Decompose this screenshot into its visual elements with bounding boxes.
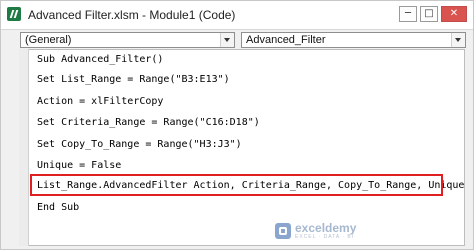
object-dropdown[interactable]: (General) bbox=[20, 32, 235, 48]
code-line[interactable]: Set Criteria_Range = Range("C16:D18") bbox=[37, 116, 260, 129]
excel-app-icon bbox=[7, 7, 21, 21]
minimize-button[interactable]: ─ bbox=[399, 6, 417, 22]
exceldemy-watermark: exceldemy EXCEL · DATA · BI bbox=[275, 220, 356, 242]
window-title: Advanced Filter.xlsm - Module1 (Code) bbox=[28, 8, 236, 22]
watermark-tagline: EXCEL · DATA · BI bbox=[295, 233, 355, 240]
code-line[interactable]: Sub Advanced_Filter() bbox=[37, 53, 163, 66]
watermark-name: exceldemy bbox=[295, 220, 357, 235]
title-bar[interactable]: Advanced Filter.xlsm - Module1 (Code) ─ … bbox=[1, 1, 473, 30]
chevron-down-icon[interactable] bbox=[220, 33, 234, 47]
chevron-down-icon[interactable] bbox=[451, 33, 465, 47]
procedure-dropdown[interactable]: Advanced_Filter bbox=[241, 32, 466, 48]
code-line[interactable]: Set Copy_To_Range = Range("H3:J3") bbox=[37, 138, 242, 151]
code-line[interactable]: Set List_Range = Range("B3:E13") bbox=[37, 73, 230, 86]
maximize-button[interactable]: □ bbox=[420, 6, 438, 22]
exceldemy-logo-icon bbox=[275, 223, 291, 239]
highlight-box bbox=[30, 174, 443, 196]
code-line[interactable]: End Sub bbox=[37, 201, 79, 214]
object-dropdown-value: (General) bbox=[25, 34, 72, 46]
code-line[interactable]: Unique = False bbox=[37, 159, 121, 172]
code-line[interactable]: Action = xlFilterCopy bbox=[37, 95, 163, 108]
code-gutter[interactable] bbox=[19, 49, 29, 246]
close-button[interactable]: ✕ bbox=[441, 6, 467, 22]
procedure-dropdown-value: Advanced_Filter bbox=[246, 34, 326, 46]
